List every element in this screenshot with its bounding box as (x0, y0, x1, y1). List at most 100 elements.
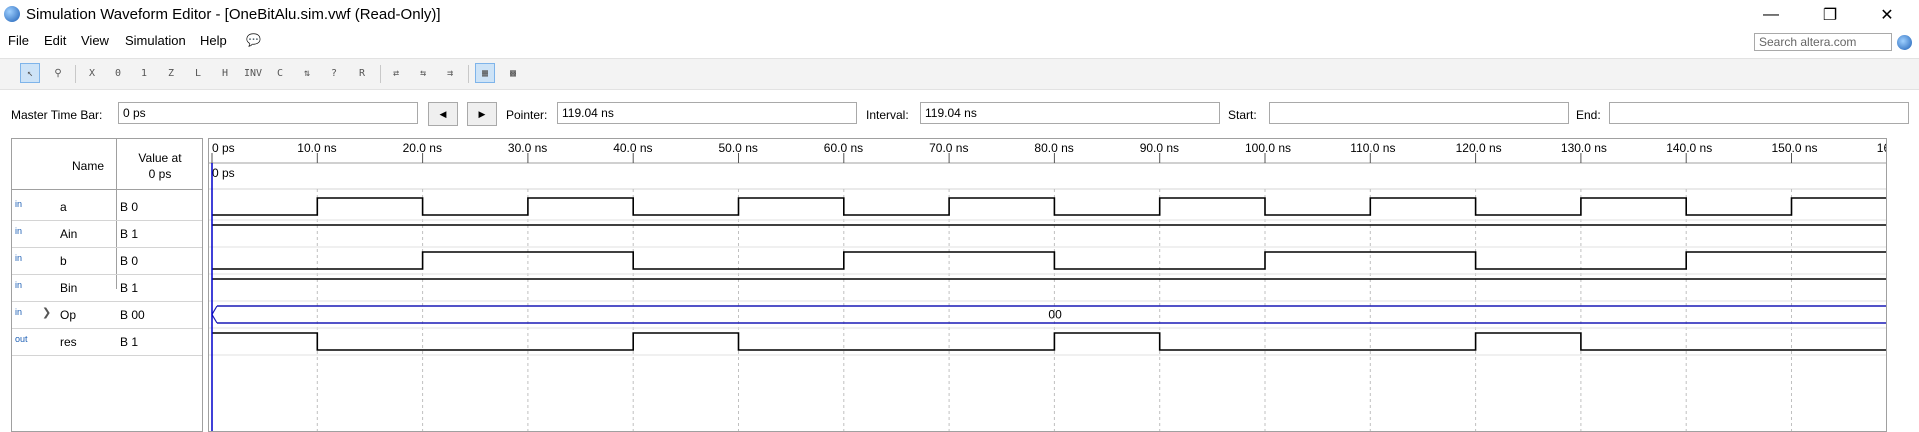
signal-value: B 1 (120, 281, 139, 295)
value-column-header-line2[interactable]: 0 ps (120, 167, 200, 181)
menu-help[interactable]: Help (200, 33, 227, 48)
time-tick-label: 70.0 ns (929, 141, 968, 155)
signal-value: B 1 (120, 335, 139, 349)
signal-row-ain[interactable]: in Ain B 1 (12, 220, 202, 248)
output-pin-icon: out (15, 334, 28, 344)
signal-row-op[interactable]: in ❯ Op B 00 (12, 301, 202, 329)
name-column-header[interactable]: Name (60, 159, 116, 173)
toolbar-separator (380, 65, 381, 83)
time-tick-label: 40.0 ns (613, 141, 652, 155)
zoom-tool-icon[interactable]: ⚲ (48, 63, 68, 83)
menu-file[interactable]: File (8, 33, 29, 48)
signal-waveform (212, 197, 1886, 216)
time-bar: Master Time Bar: 0 ps ◀ ▶ Pointer: 119.0… (0, 96, 1919, 134)
sort-icon-2[interactable]: ⇆ (413, 63, 433, 83)
value-column-header-line1[interactable]: Value at (120, 151, 200, 165)
time-tick-label: 30.0 ns (508, 141, 547, 155)
signal-value: B 0 (120, 254, 139, 268)
interval-label: Interval: (866, 108, 909, 122)
signal-name: Bin (60, 281, 78, 295)
signal-waveform (212, 332, 1886, 351)
end-label: End: (1576, 108, 1601, 122)
count-value-icon[interactable]: C (270, 63, 290, 83)
force-unknown-icon[interactable]: X (82, 63, 102, 83)
time-tick-label: 80.0 ns (1034, 141, 1073, 155)
signal-list-header: Name Value at 0 ps (12, 139, 202, 190)
force-weak-low-icon[interactable]: L (188, 63, 208, 83)
time-tick-label: 60.0 ns (824, 141, 863, 155)
search-input[interactable]: Search altera.com (1754, 33, 1892, 51)
window-title: Simulation Waveform Editor - [OneBitAlu.… (26, 6, 441, 23)
start-field[interactable] (1269, 102, 1569, 124)
signal-name: b (60, 254, 67, 268)
time-tick-label: 160.0 ns (1877, 141, 1886, 155)
invert-icon[interactable]: INV (243, 63, 263, 83)
minimize-button[interactable]: — (1748, 0, 1794, 30)
menu-simulation[interactable]: Simulation (125, 33, 186, 48)
signal-value: B 0 (120, 200, 139, 214)
expand-chevron-icon[interactable]: ❯ (42, 306, 51, 319)
signal-row-b[interactable]: in b B 0 (12, 247, 202, 275)
force-low-icon[interactable]: 0 (108, 63, 128, 83)
end-field[interactable] (1609, 102, 1909, 124)
grid-icon[interactable]: ▦ (475, 63, 495, 83)
pointer-field[interactable]: 119.04 ns (557, 102, 857, 124)
master-time-bar-field[interactable]: 0 ps (118, 102, 418, 124)
bus-value-label: 00 (1048, 308, 1062, 322)
input-pin-icon: in (15, 199, 23, 209)
interval-field[interactable]: 119.04 ns (920, 102, 1220, 124)
time-tick-label: 120.0 ns (1456, 141, 1502, 155)
menu-edit[interactable]: Edit (44, 33, 66, 48)
globe-icon[interactable] (1897, 35, 1912, 50)
signal-value: B 1 (120, 227, 139, 241)
time-tick-label: 110.0 ns (1350, 141, 1395, 155)
feedback-icon[interactable]: 💬 (246, 33, 261, 47)
menu-view[interactable]: View (81, 33, 109, 48)
input-pin-icon: in (15, 226, 23, 236)
master-time-bar-label: Master Time Bar: (11, 108, 103, 122)
next-transition-button[interactable]: ▶ (467, 102, 497, 126)
random-values-icon[interactable]: ? (324, 63, 344, 83)
signal-waveform (212, 251, 1886, 270)
arbitrary-value-icon[interactable]: R (352, 63, 372, 83)
force-high-impedance-icon[interactable]: Z (161, 63, 181, 83)
signal-row-bin[interactable]: in Bin B 1 (12, 274, 202, 302)
time-tick-label: 100.0 ns (1245, 141, 1291, 155)
pointer-label: Pointer: (506, 108, 548, 122)
toolbar-separator (468, 65, 469, 83)
master-cursor-label: 0 ps (212, 166, 235, 180)
signal-list-panel: Name Value at 0 ps in a B 0 in Ain B 1 i… (11, 138, 203, 432)
signal-value: B 00 (120, 308, 145, 322)
sort-icon-1[interactable]: ⇄ (386, 63, 406, 83)
time-tick-label: 90.0 ns (1140, 141, 1179, 155)
signal-name: Op (60, 308, 77, 322)
signal-row-res[interactable]: out res B 1 (12, 328, 202, 356)
time-tick-label: 10.0 ns (297, 141, 336, 155)
signal-name: a (60, 200, 67, 214)
settings-icon[interactable]: ▩ (503, 63, 523, 83)
previous-transition-button[interactable]: ◀ (428, 102, 458, 126)
app-globe-icon (4, 6, 20, 22)
time-tick-label: 150.0 ns (1772, 141, 1818, 155)
signal-name: Ain (60, 227, 78, 241)
signal-row-a[interactable]: in a B 0 (12, 193, 202, 221)
start-label: Start: (1228, 108, 1257, 122)
waveform-panel[interactable]: 0 ps 10.0 ns 20.0 ns 30.0 ns 40.0 ns 50.0 ns 6… (208, 138, 1887, 432)
menu-bar: File Edit View Simulation Help 💬 (0, 30, 1919, 52)
sort-icon-3[interactable]: ⇉ (440, 63, 460, 83)
signal-name: res (60, 335, 77, 349)
restore-button[interactable]: ❐ (1807, 0, 1853, 30)
selection-tool-icon[interactable]: ↖ (20, 63, 40, 83)
input-bus-icon: in (15, 307, 23, 317)
close-button[interactable]: ✕ (1864, 0, 1910, 30)
overwrite-clock-icon[interactable]: ⇅ (297, 63, 317, 83)
force-high-icon[interactable]: 1 (134, 63, 154, 83)
time-tick-label: 20.0 ns (403, 141, 442, 155)
title-bar: Simulation Waveform Editor - [OneBitAlu.… (0, 0, 1919, 30)
waveform-canvas[interactable]: 0 ps 10.0 ns 20.0 ns 30.0 ns 40.0 ns 50.0 ns 6… (209, 139, 1886, 431)
time-tick-label: 50.0 ns (719, 141, 758, 155)
time-tick-label: 0 ps (212, 141, 235, 155)
input-pin-icon: in (15, 253, 23, 263)
force-weak-high-icon[interactable]: H (215, 63, 235, 83)
time-tick-label: 130.0 ns (1561, 141, 1607, 155)
